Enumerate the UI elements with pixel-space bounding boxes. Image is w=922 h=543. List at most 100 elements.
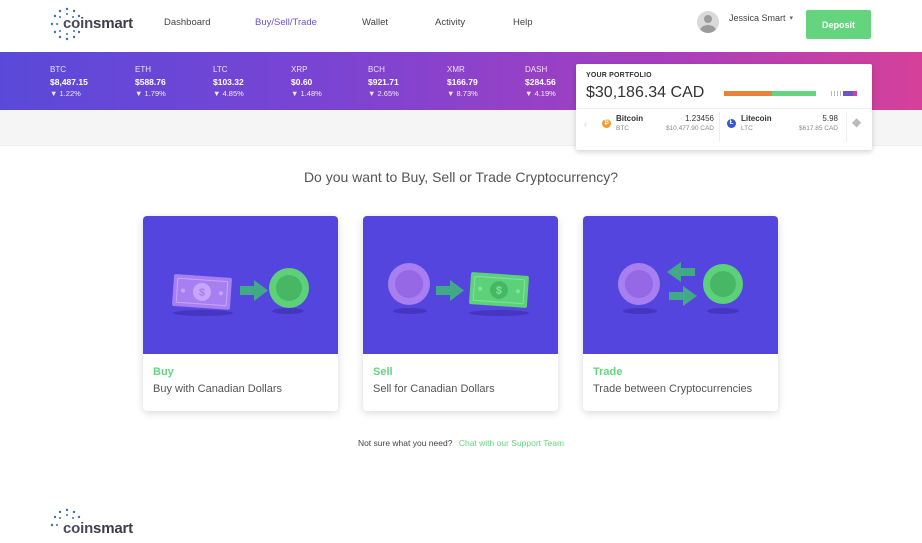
user-menu[interactable]: Jessica Smart ▾: [697, 11, 793, 33]
coin-amount: 1.23456: [685, 114, 714, 123]
triangle-down-icon: ▼: [50, 89, 58, 98]
card-subtitle: Trade between Cryptocurrencies: [593, 383, 753, 395]
support-chat-link[interactable]: Chat with our Support Team: [459, 438, 564, 448]
ticker-symbol: ETH: [135, 65, 151, 74]
ticker-change-value: 1.22%: [59, 89, 81, 98]
ticker-change: ▼ 4.85%: [213, 88, 244, 100]
bitcoin-icon: ₿: [602, 119, 611, 128]
allocation-segment-ltc: [772, 91, 816, 96]
ticker-price: $103.32: [213, 77, 244, 87]
ticker-symbol: BTC: [50, 65, 66, 74]
portfolio-label: YOUR PORTFOLIO: [586, 72, 652, 79]
ticker-change: ▼ 1.22%: [50, 88, 88, 100]
ticker-item[interactable]: XRP $0.60 ▼ 1.48%: [291, 64, 322, 100]
card-title: Sell: [373, 366, 393, 378]
ticker-change-value: 2.65%: [377, 89, 399, 98]
triangle-down-icon: ▼: [213, 89, 221, 98]
ticker-item[interactable]: XMR $166.79 ▼ 8.73%: [447, 64, 478, 100]
ticker-item[interactable]: LTC $103.32 ▼ 4.85%: [213, 64, 244, 100]
ticker-symbol: XRP: [291, 65, 308, 74]
allocation-segment-btc: [724, 91, 772, 96]
portfolio-coin-bitcoin[interactable]: ₿ Bitcoin BTC 1.23456 $10,477.90 CAD: [602, 114, 714, 136]
portfolio-separator: [846, 112, 847, 142]
cash-to-coin-icon: $: [172, 268, 309, 316]
triangle-down-icon: ▼: [135, 89, 143, 98]
ticker-symbol: DASH: [525, 65, 548, 74]
portfolio-divider: [576, 108, 872, 109]
ticker-symbol: BCH: [368, 65, 385, 74]
nav-buy-sell-trade[interactable]: Buy/Sell/Trade: [255, 17, 317, 28]
litecoin-icon: Ł: [727, 119, 736, 128]
deposit-button[interactable]: Deposit: [806, 10, 871, 39]
card-title: Buy: [153, 366, 174, 378]
svg-text:$: $: [495, 285, 502, 297]
coin-name: Bitcoin: [616, 114, 644, 123]
portfolio-coin-litecoin[interactable]: Ł Litecoin LTC 5.98 $617.85 CAD: [727, 114, 838, 136]
chevron-left-icon[interactable]: ‹: [584, 119, 587, 129]
brand-name-smart: smart: [93, 15, 133, 32]
ticker-price: $8,487.15: [50, 77, 88, 87]
ticker-item[interactable]: ETH $588.76 ▼ 1.79%: [135, 64, 166, 100]
support-text: Not sure what you need?: [357, 438, 453, 448]
svg-text:$: $: [198, 287, 205, 299]
ticker-change-value: 1.48%: [300, 89, 322, 98]
ethereum-icon[interactable]: ◆: [852, 115, 861, 129]
footer-brand-name-smart: smart: [93, 520, 133, 537]
ticker-item[interactable]: BCH $921.71 ▼ 2.65%: [368, 64, 399, 100]
ticker-price: $284.56: [525, 77, 556, 87]
portfolio-panel: YOUR PORTFOLIO $30,186.34 CAD ‹ ₿ Bitcoi…: [576, 64, 872, 150]
ticker-price: $588.76: [135, 77, 166, 87]
buy-card[interactable]: $ Buy Buy with Canadian Dollars: [143, 216, 338, 411]
ticker-change-value: 4.85%: [222, 89, 244, 98]
allocation-segment-pink: [853, 91, 857, 96]
ticker-price: $921.71: [368, 77, 399, 87]
portfolio-separator: [719, 112, 720, 142]
portfolio-allocation-legend: [831, 91, 863, 96]
coin-value: $10,477.90 CAD: [665, 125, 714, 132]
ticker-change-value: 4.19%: [534, 89, 556, 98]
avatar[interactable]: [697, 11, 719, 33]
triangle-down-icon: ▼: [368, 89, 376, 98]
ticker-change-value: 1.79%: [144, 89, 166, 98]
ticker-change: ▼ 4.19%: [525, 88, 556, 100]
ticker-change-value: 8.73%: [456, 89, 478, 98]
ticker-price: $0.60: [291, 77, 313, 87]
footer-brand-name: coinsmart: [63, 520, 133, 537]
ticker-item[interactable]: BTC $8,487.15 ▼ 1.22%: [50, 64, 88, 100]
nav-dashboard[interactable]: Dashboard: [164, 17, 210, 28]
brand-name-coin: coin: [63, 15, 94, 32]
sell-illustration: $: [363, 216, 558, 354]
coin-value: $617.85 CAD: [798, 125, 838, 132]
portfolio-total: $30,186.34 CAD: [586, 84, 705, 101]
ticker-symbol: XMR: [447, 65, 465, 74]
trade-card[interactable]: Trade Trade between Cryptocurrencies: [583, 216, 778, 411]
card-title: Trade: [593, 366, 623, 378]
buy-illustration: $: [143, 216, 338, 354]
coin-amount: 5.98: [822, 114, 838, 123]
support-prompt: Not sure what you need? Chat with our Su…: [0, 438, 922, 448]
card-subtitle: Buy with Canadian Dollars: [153, 383, 283, 395]
nav-wallet[interactable]: Wallet: [362, 17, 388, 28]
nav-activity[interactable]: Activity: [435, 17, 465, 28]
top-nav: coinsmart Dashboard Buy/Sell/Trade Walle…: [0, 0, 922, 52]
ticker-change: ▼ 1.48%: [291, 88, 322, 100]
page-title: Do you want to Buy, Sell or Trade Crypto…: [303, 169, 619, 185]
brand-logo[interactable]: coinsmart: [49, 6, 133, 42]
chevron-down-icon[interactable]: ▾: [790, 14, 794, 22]
nav-help[interactable]: Help: [513, 17, 533, 28]
ticker-change: ▼ 2.65%: [368, 88, 399, 100]
triangle-down-icon: ▼: [447, 89, 455, 98]
triangle-down-icon: ▼: [291, 89, 299, 98]
ticker-item[interactable]: DASH $284.56 ▼ 4.19%: [525, 64, 556, 100]
card-subtitle: Sell for Canadian Dollars: [373, 383, 495, 395]
portfolio-allocation-bar: [724, 91, 816, 96]
sell-card[interactable]: $ Sell Sell for Canadian Dollars: [363, 216, 558, 411]
coin-swap-icon: [618, 262, 743, 314]
allocation-segment-purple: [843, 91, 853, 96]
ticker-symbol: LTC: [213, 65, 228, 74]
trade-illustration: [583, 216, 778, 354]
ticker-change: ▼ 1.79%: [135, 88, 166, 100]
triangle-down-icon: ▼: [525, 89, 533, 98]
brand-name: coinsmart: [63, 15, 133, 32]
footer-brand-name-coin: coin: [63, 520, 94, 537]
